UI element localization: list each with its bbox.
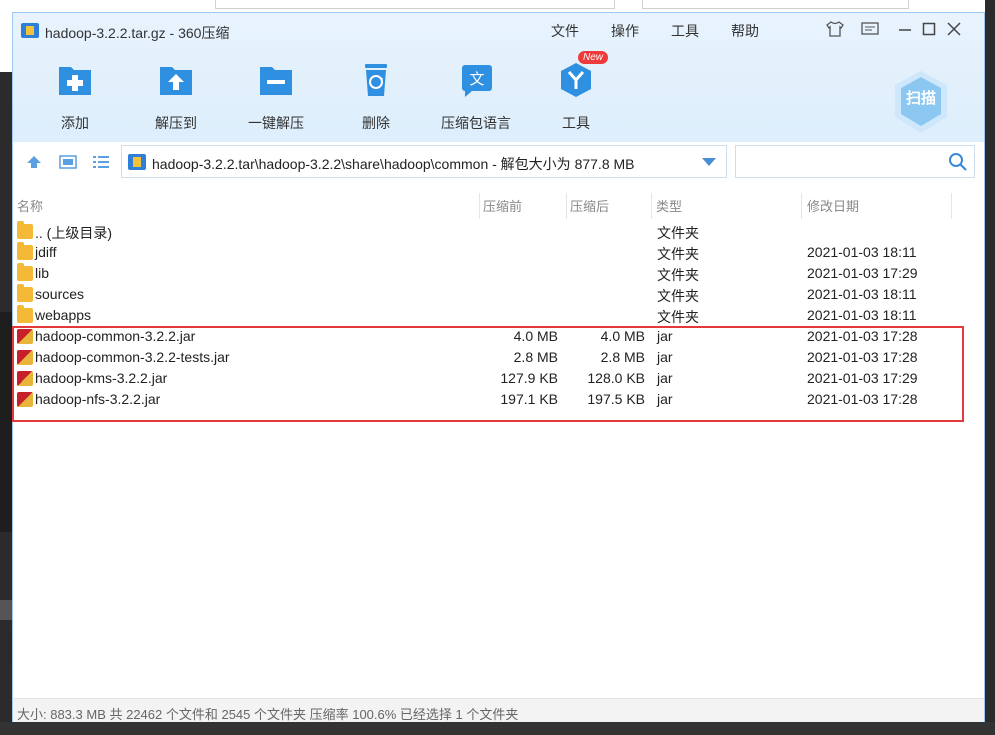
folder-icon [17,305,33,323]
search-input[interactable] [735,145,975,178]
column-divider[interactable] [566,193,567,219]
column-divider[interactable] [801,193,802,219]
scan-label: 扫描 [905,90,936,107]
list-item[interactable]: lib 文件夹 2021-01-03 17:29 [13,263,984,284]
add-icon [59,67,91,95]
archive-window: hadoop-3.2.2.tar.gz - 360压缩 文件 操作 工具 帮助 … [12,12,985,722]
modified-date: 2021-01-03 18:11 [807,286,917,302]
skin-icon[interactable] [823,18,847,40]
delete-button[interactable]: 删除 [336,61,416,133]
column-header-compressed[interactable]: 压缩前 [483,196,522,218]
extract-to-label: 解压到 [155,115,197,131]
list-item[interactable]: .. (上级目录) 文件夹 [13,221,984,242]
file-type: 文件夹 [657,267,699,283]
file-name: lib [35,265,50,281]
column-divider[interactable] [651,193,652,219]
modified-date: 2021-01-03 18:11 [807,244,917,260]
minimize-icon[interactable] [893,18,917,40]
folder-icon [17,284,33,302]
file-name: sources [35,286,85,302]
thumbnail-view-icon[interactable] [57,152,79,172]
column-divider[interactable] [479,193,480,219]
language-button[interactable]: 文 压缩包语言 [436,61,516,133]
column-divider[interactable] [951,193,952,219]
up-level-icon[interactable] [23,152,45,172]
one-click-extract-label: 一键解压 [248,115,304,131]
folder-icon [17,263,33,281]
add-label: 添加 [61,115,89,131]
delete-icon [365,64,387,96]
status-bar: 大小: 883.3 MB 共 22462 个文件和 2545 个文件夹 压缩率 … [13,698,984,722]
scan-button[interactable]: 扫描 [891,69,951,135]
background-taskbar [0,722,995,735]
background-right-strip [985,0,995,735]
menu-file[interactable]: 文件 [551,21,579,41]
new-badge: New [578,51,609,64]
file-type: 文件夹 [657,225,699,241]
svg-text:文: 文 [469,70,484,88]
file-name: webapps [35,307,92,323]
tools-button[interactable]: 工具 [536,61,616,133]
background-panel [215,0,615,9]
chevron-down-icon[interactable] [702,158,716,166]
file-type: 文件夹 [657,288,699,304]
background-left-strip [0,12,12,735]
language-icon: 文 [462,65,492,97]
list-view-icon[interactable] [90,152,112,172]
archive-app-icon [21,23,39,38]
one-click-extract-button[interactable]: 一键解压 [236,61,316,133]
column-header-name[interactable]: 名称 [17,196,43,218]
extract-to-icon [160,67,192,95]
column-header-type[interactable]: 类型 [656,196,682,218]
one-click-extract-icon [260,67,292,95]
annotation-highlight-box [12,326,964,422]
add-button[interactable]: 添加 [35,61,115,133]
extract-to-button[interactable]: 解压到 [136,61,216,133]
path-bar[interactable]: hadoop-3.2.2.tar\hadoop-3.2.2\share\hado… [121,145,727,178]
window-title: hadoop-3.2.2.tar.gz - 360压缩 [45,25,230,41]
menu-help[interactable]: 帮助 [731,21,759,41]
close-icon[interactable] [942,18,966,40]
list-item[interactable]: jdiff 文件夹 2021-01-03 18:11 [13,242,984,263]
maximize-icon[interactable] [917,18,941,40]
file-type: 文件夹 [657,309,699,325]
menu-operation[interactable]: 操作 [611,21,639,41]
background-panel [642,0,909,9]
file-name: jdiff [35,244,57,260]
modified-date: 2021-01-03 17:29 [807,265,918,281]
tools-icon [561,63,591,97]
tools-label: 工具 [562,115,590,131]
search-icon[interactable] [948,152,968,172]
language-label: 压缩包语言 [441,115,511,131]
folder-icon [17,242,33,260]
file-name: .. (上级目录) [35,225,112,241]
folder-icon [17,221,33,239]
column-header-modified[interactable]: 修改日期 [807,196,859,218]
feedback-icon[interactable] [858,18,882,40]
path-text: hadoop-3.2.2.tar\hadoop-3.2.2\share\hado… [152,156,635,172]
file-type: 文件夹 [657,246,699,262]
column-header-uncompressed[interactable]: 压缩后 [570,196,609,218]
delete-label: 删除 [362,115,390,131]
modified-date: 2021-01-03 18:11 [807,307,917,323]
list-item[interactable]: sources 文件夹 2021-01-03 18:11 [13,284,984,305]
background-window-edge [0,0,995,12]
menu-tools[interactable]: 工具 [671,21,699,41]
archive-file-icon [128,154,146,170]
list-item[interactable]: webapps 文件夹 2021-01-03 18:11 [13,305,984,326]
window-header: hadoop-3.2.2.tar.gz - 360压缩 文件 操作 工具 帮助 … [13,13,984,178]
